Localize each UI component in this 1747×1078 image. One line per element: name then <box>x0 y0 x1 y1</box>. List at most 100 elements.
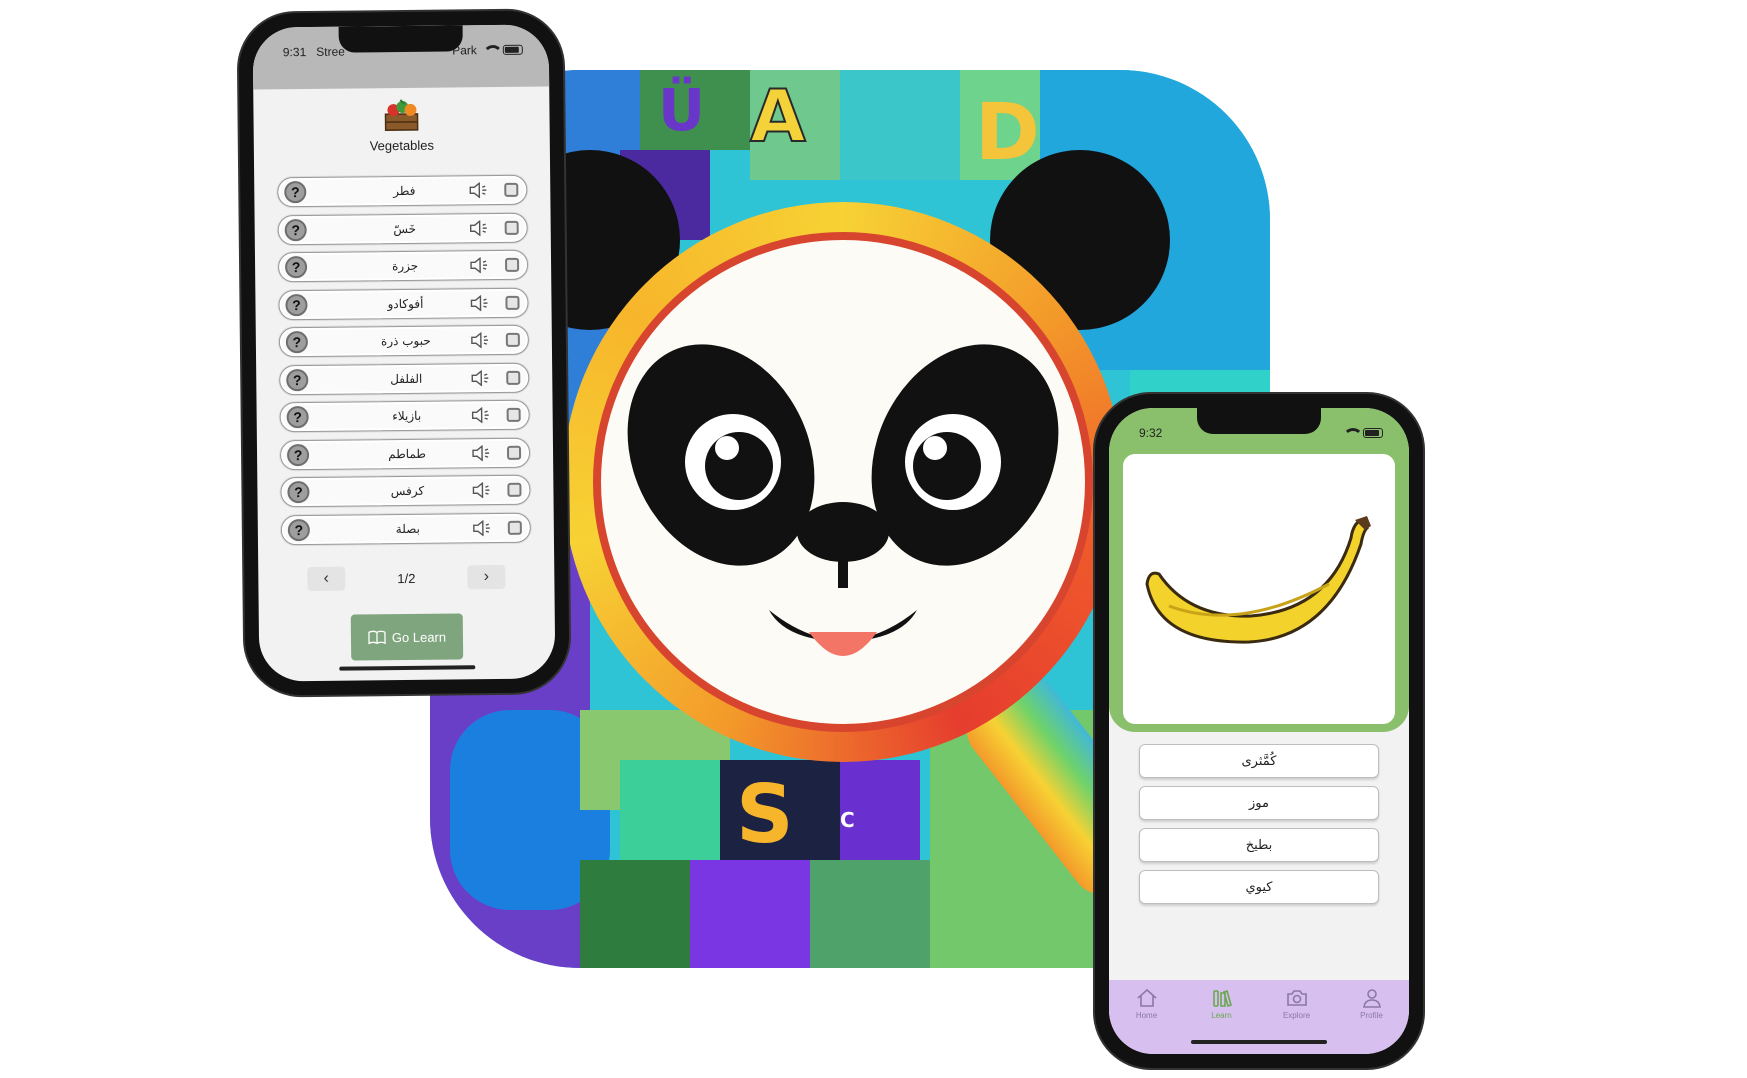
question-icon[interactable]: ? <box>287 518 310 541</box>
speaker-icon[interactable] <box>470 332 492 349</box>
tile <box>690 860 810 968</box>
word-label: حبوب ذرة <box>380 333 431 349</box>
list-item[interactable]: ? فطر <box>277 174 528 208</box>
speaker-icon[interactable] <box>468 182 490 199</box>
category-title: Vegetables <box>369 137 435 154</box>
battery-icon <box>1363 428 1383 438</box>
chevron-right-icon: › <box>483 568 490 586</box>
word-label: جزرة <box>391 258 419 274</box>
list-item[interactable]: ? طماطم <box>279 437 531 470</box>
icon-letter-a: A <box>749 73 807 159</box>
word-label: طماطم <box>388 446 426 461</box>
checkbox[interactable] <box>505 295 520 310</box>
question-icon[interactable]: ? <box>286 406 309 429</box>
page-indicator: 1/2 <box>397 570 416 586</box>
question-icon[interactable]: ? <box>285 293 308 316</box>
chevron-left-icon: ‹ <box>323 569 330 587</box>
notch <box>338 25 463 53</box>
question-icon[interactable]: ? <box>284 181 307 204</box>
speaker-icon[interactable] <box>471 407 493 424</box>
checkbox[interactable] <box>507 520 522 535</box>
question-icon[interactable]: ? <box>284 218 307 241</box>
prev-page-button[interactable]: ‹ <box>307 566 346 592</box>
question-icon[interactable]: ? <box>284 256 308 279</box>
checkbox[interactable] <box>504 182 519 197</box>
question-icon[interactable]: ? <box>285 331 308 354</box>
phone-screen: 9:32 كُمَّثرى موز بطيخ كيوي Home Learn E… <box>1109 408 1409 1054</box>
checkbox[interactable] <box>506 407 521 422</box>
tab-label: Learn <box>1211 1011 1232 1020</box>
word-label: الفلفل <box>390 371 423 386</box>
panda-face <box>593 232 1093 732</box>
wifi-icon <box>1343 428 1363 438</box>
tab-learn[interactable]: Learn <box>1192 988 1252 1054</box>
question-icon[interactable]: ? <box>286 368 309 391</box>
home-icon <box>1136 988 1157 1007</box>
notch <box>1197 408 1321 434</box>
list-item[interactable]: ? حبوب ذرة <box>278 324 530 358</box>
battery-icon <box>502 44 523 55</box>
tab-explore[interactable]: Explore <box>1267 988 1327 1054</box>
vegetable-crate-icon <box>384 99 419 131</box>
speaker-icon[interactable] <box>469 219 491 236</box>
go-learn-button[interactable]: Go Learn <box>350 613 464 661</box>
answer-button[interactable]: كيوي <box>1139 870 1379 904</box>
word-label: كرفس <box>390 483 425 499</box>
books-icon <box>1212 989 1232 1008</box>
speaker-icon[interactable] <box>470 369 492 386</box>
checkbox[interactable] <box>506 445 522 460</box>
answer-button[interactable]: موز <box>1139 786 1379 820</box>
tab-profile[interactable]: Profile <box>1342 988 1402 1054</box>
speaker-icon[interactable] <box>469 294 491 311</box>
tab-label: Profile <box>1360 1011 1383 1020</box>
word-label: أفوكادو <box>387 296 424 311</box>
phone-vegetables-list: 9:31 Stree Park Vegetables ? فطر ? خَسّ … <box>238 10 570 696</box>
speaker-icon[interactable] <box>472 519 494 536</box>
list-item[interactable]: ? بصلة <box>280 512 531 545</box>
icon-letter-s: S <box>736 768 794 861</box>
answer-button[interactable]: بطيخ <box>1139 828 1379 862</box>
speaker-icon[interactable] <box>471 482 493 499</box>
checkbox[interactable] <box>504 220 519 235</box>
speaker-icon[interactable] <box>469 257 491 274</box>
list-item[interactable]: ? جزرة <box>277 249 529 283</box>
wifi-icon <box>483 45 497 55</box>
tile <box>580 860 690 968</box>
checkbox[interactable] <box>505 332 520 347</box>
profile-icon <box>1362 989 1381 1008</box>
answer-list: كُمَّثرى موز بطيخ كيوي <box>1139 744 1379 912</box>
checkbox[interactable] <box>506 370 521 385</box>
status-time: 9:31 <box>282 45 307 60</box>
word-list: ? فطر ? خَسّ ? جزرة ? أفوكادو ? حبوب ذرة… <box>277 174 531 553</box>
answer-button[interactable]: كُمَّثرى <box>1139 744 1379 778</box>
go-learn-label: Go Learn <box>391 629 447 645</box>
list-item[interactable]: ? خَسّ <box>277 212 528 245</box>
status-time: 9:32 <box>1139 426 1163 440</box>
list-item[interactable]: ? أفوكادو <box>278 287 529 320</box>
word-label: بازيلاء <box>392 408 422 424</box>
promo-stage: Ü A D T S C <box>0 0 1747 1078</box>
speaker-icon[interactable] <box>471 444 493 461</box>
status-right: Park <box>452 43 523 57</box>
camera-icon <box>1286 990 1307 1006</box>
status-right <box>1343 428 1383 438</box>
home-indicator <box>1191 1040 1327 1044</box>
tile <box>840 70 960 180</box>
question-icon[interactable]: ? <box>287 480 310 504</box>
next-page-button[interactable]: › <box>467 564 506 590</box>
status-left: 9:31 Stree <box>283 45 345 60</box>
question-icon[interactable]: ? <box>286 443 310 466</box>
tab-home[interactable]: Home <box>1117 988 1177 1054</box>
list-item[interactable]: ? الفلفل <box>279 362 530 395</box>
icon-letter-u: Ü <box>658 76 706 144</box>
quiz-image-card <box>1123 454 1395 724</box>
tab-label: Explore <box>1282 1011 1311 1020</box>
tab-label: Home <box>1135 1011 1158 1020</box>
home-indicator <box>339 665 476 671</box>
list-item[interactable]: ? بازيلاء <box>279 399 530 433</box>
checkbox[interactable] <box>507 482 522 497</box>
tile <box>810 860 930 968</box>
checkbox[interactable] <box>505 257 520 272</box>
word-label: بصلة <box>395 521 420 536</box>
list-item[interactable]: ? كرفس <box>280 474 531 508</box>
